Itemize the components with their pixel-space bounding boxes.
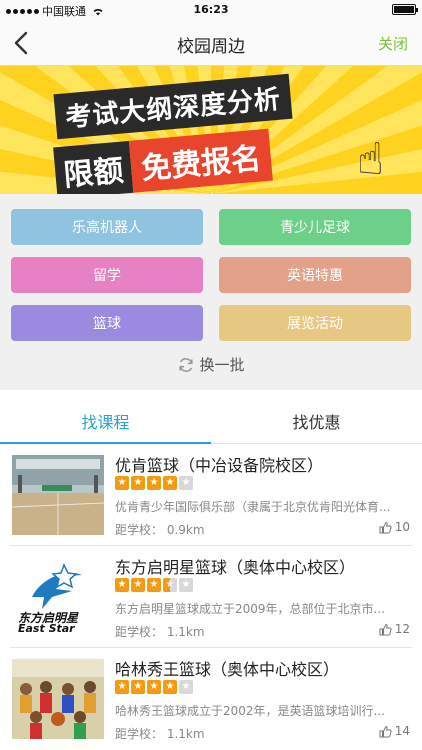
thumbs-up-icon xyxy=(379,725,392,737)
like-count: 12 xyxy=(394,622,410,636)
banner-line2: 限额 免费报名 xyxy=(53,128,273,194)
listing-distance: 距学校： 0.9km xyxy=(115,523,205,537)
listing-distance: 距学校： 1.1km xyxy=(115,727,205,741)
star-icon: ★ xyxy=(115,578,129,592)
tag-youth-football[interactable]: 青少儿足球 xyxy=(219,209,411,245)
star-icon: ★ xyxy=(163,680,177,694)
close-button[interactable]: 关闭 xyxy=(378,33,408,54)
tag-basketball[interactable]: 篮球 xyxy=(11,305,203,341)
listing-description: 优肯青少年国际俱乐部（隶属于北京优肯阳光体育... xyxy=(115,500,391,514)
refresh-icon xyxy=(179,357,194,372)
category-tags: 乐高机器人 青少儿足球 留学 英语特惠 篮球 展览活动 换一批 xyxy=(0,194,422,390)
refresh-button[interactable]: 换一批 xyxy=(0,354,422,375)
thumbs-up-icon xyxy=(379,623,392,635)
status-time: 16:23 xyxy=(193,3,229,16)
listing-description: 东方启明星篮球成立于2009年，总部位于北京市... xyxy=(115,602,385,616)
rating-stars: ★ ★ ★ ★ ★ xyxy=(115,680,193,694)
star-icon: ★ xyxy=(163,476,177,490)
refresh-label: 换一批 xyxy=(199,356,245,374)
gym-photo xyxy=(12,455,104,535)
listing-title: 东方启明星篮球（奥体中心校区） xyxy=(115,558,356,577)
star-icon: ★ xyxy=(147,476,161,490)
star-icon: ★ xyxy=(115,680,129,694)
tab-bar: 找课程 找优惠 xyxy=(0,398,422,445)
pointing-hand-icon: ☝ xyxy=(357,134,384,185)
list-item[interactable]: 优肯篮球（中冶设备院校区） ★ ★ ★ ★ ★ 优肯青少年国际俱乐部（隶属于北京优肯阳光… xyxy=(0,444,422,546)
star-icon: ★ xyxy=(147,680,161,694)
listing-title: 优肯篮球（中冶设备院校区） xyxy=(115,456,324,475)
star-empty-icon: ★ xyxy=(179,680,193,694)
thumbs-up-icon xyxy=(379,521,392,533)
star-icon: ★ xyxy=(131,476,145,490)
page-title: 校园周边 xyxy=(177,37,245,57)
tag-study-abroad[interactable]: 留学 xyxy=(11,257,203,293)
like-count: 14 xyxy=(394,724,410,738)
like-button[interactable]: 14 xyxy=(379,724,410,738)
star-icon: ★ xyxy=(147,578,161,592)
battery-icon xyxy=(392,4,418,15)
banner-line2-prefix: 限额 xyxy=(53,140,134,194)
list-item[interactable]: 东方启明星 East Star 东方启明星篮球（奥体中心校区） ★ ★ ★ ★ ★ 东方… xyxy=(0,546,422,648)
star-icon: ★ xyxy=(131,680,145,694)
star-empty-icon: ★ xyxy=(179,578,193,592)
star-icon: ★ xyxy=(131,578,145,592)
team-photo xyxy=(12,659,104,739)
logo-subtext: East Star xyxy=(18,622,75,635)
like-button[interactable]: 10 xyxy=(379,520,410,534)
like-count: 10 xyxy=(394,520,410,534)
status-bar: 中国联通 16:23 xyxy=(0,0,422,20)
tag-exhibitions[interactable]: 展览活动 xyxy=(219,305,411,341)
like-button[interactable]: 12 xyxy=(379,622,410,636)
promo-banner[interactable]: 考试大纲深度分析 限额 免费报名 ☝ xyxy=(0,66,422,194)
star-half-icon: ★ xyxy=(163,578,177,592)
tag-english-deals[interactable]: 英语特惠 xyxy=(219,257,411,293)
listing-distance: 距学校： 1.1km xyxy=(115,625,205,639)
banner-line2-highlight: 免费报名 xyxy=(128,128,273,193)
east-star-logo: 东方启明星 East Star xyxy=(12,557,104,637)
rating-stars: ★ ★ ★ ★ ★ xyxy=(115,476,193,490)
list-item[interactable]: 哈林秀王篮球（奥体中心校区） ★ ★ ★ ★ ★ 哈林秀王篮球成立于2002年，是英语篮… xyxy=(0,648,422,750)
star-icon: ★ xyxy=(115,476,129,490)
tab-find-deals[interactable]: 找优惠 xyxy=(211,398,422,444)
tag-lego-robot[interactable]: 乐高机器人 xyxy=(11,209,203,245)
nav-bar: 校园周边 关闭 xyxy=(0,20,422,66)
tab-find-courses[interactable]: 找课程 xyxy=(0,398,211,445)
star-empty-icon: ★ xyxy=(179,476,193,490)
rating-stars: ★ ★ ★ ★ ★ xyxy=(115,578,193,592)
listing-description: 哈林秀王篮球成立于2002年，是英语篮球培训行... xyxy=(115,704,385,718)
listing-title: 哈林秀王篮球（奥体中心校区） xyxy=(115,660,340,679)
